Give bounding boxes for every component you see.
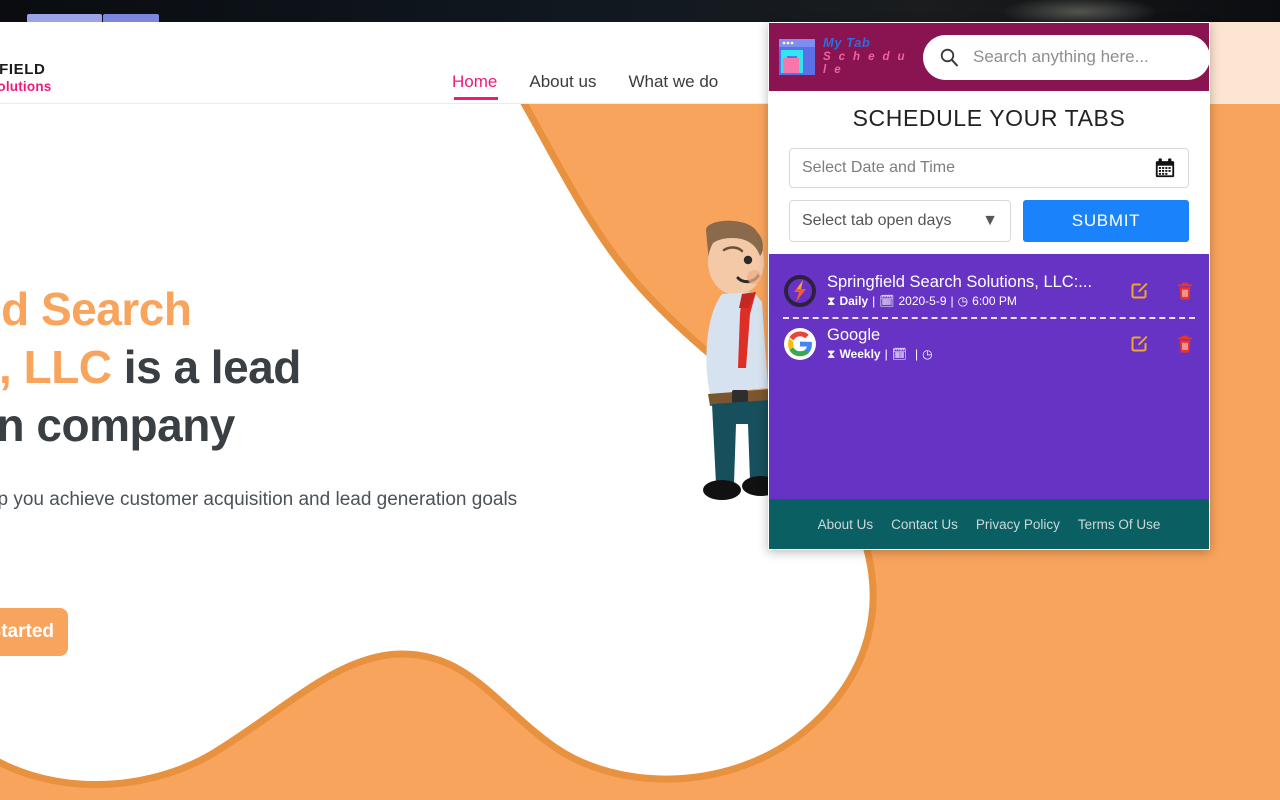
footer-link-privacy-policy[interactable]: Privacy Policy (976, 517, 1060, 532)
chevron-down-icon: ▼ (982, 212, 998, 229)
chrome-background-art (1000, 0, 1160, 22)
browser-window-logo-icon (779, 39, 815, 75)
search-input[interactable] (973, 47, 1194, 67)
browser-chrome-strip (0, 0, 1280, 22)
list-item-actions (1111, 281, 1195, 301)
brand-line-2: Search Solutions (0, 78, 52, 94)
app-logo-text-bottom: S c h e d u l e (823, 51, 907, 77)
footer-link-terms-of-use[interactable]: Terms Of Use (1078, 517, 1161, 532)
scheduled-tabs-list: Springfield Search Solutions, LLC:... ⧗ … (769, 254, 1209, 499)
list-item-info: Google ⧗ Weekly | 🗓 | ◷ (827, 325, 1111, 362)
nav-link-what-we-do[interactable]: What we do (628, 72, 718, 98)
get-started-button[interactable]: Get Started (0, 608, 68, 656)
calendar-small-icon: 🗓 (891, 347, 907, 361)
site-brand-logo[interactable]: SPRINGFIELD Search Solutions (0, 62, 51, 94)
clock-icon: ◷ (922, 347, 933, 361)
list-item-meta: ⧗ Daily | 🗓 2020-5-9 | ◷ 6:00 PM (827, 294, 1111, 309)
edit-icon[interactable] (1129, 281, 1149, 301)
hero-heading-accent-1: Springfield Search (0, 283, 192, 335)
list-item-frequency: Daily (839, 294, 869, 308)
schedule-form: SCHEDULE YOUR TABS Select Date and Time … (769, 91, 1209, 254)
nav-link-home[interactable]: Home (452, 72, 499, 100)
list-item-time: 6:00 PM (972, 294, 1017, 308)
date-time-input[interactable] (802, 159, 1154, 177)
list-item-title: Google (827, 326, 881, 344)
hero-paragraph: We have the tools to help you achieve cu… (0, 489, 518, 510)
browser-tab-2[interactable] (103, 14, 159, 22)
schedule-form-title: SCHEDULE YOUR TABS (852, 105, 1126, 131)
calendar-icon[interactable] (1154, 157, 1176, 179)
footer-link-about-us[interactable]: About Us (818, 517, 874, 532)
search-icon (940, 48, 958, 67)
nav-link-about-us[interactable]: About us (529, 72, 596, 98)
list-item[interactable]: Google ⧗ Weekly | 🗓 | ◷ (783, 319, 1195, 370)
clock-icon: ◷ (957, 294, 969, 308)
screenshot-root: SPRINGFIELD Search Solutions Home About … (0, 0, 1280, 800)
browser-tab-1[interactable] (27, 14, 102, 22)
submit-button[interactable]: SUBMIT (1023, 200, 1189, 242)
date-time-field[interactable] (789, 148, 1189, 188)
search-bar[interactable] (923, 34, 1209, 80)
list-item[interactable]: Springfield Search Solutions, LLC:... ⧗ … (783, 266, 1195, 317)
app-logo-text-top: My Tab (823, 35, 871, 51)
tab-open-days-select[interactable]: Select tab open days ▼ (789, 200, 1011, 242)
meta-sep-2: | (914, 347, 919, 361)
form-second-row: Select tab open days ▼ SUBMIT (789, 200, 1189, 242)
google-favicon-icon (784, 327, 816, 360)
hero-heading-rest-2: generation company (0, 399, 235, 451)
brand-line-1: SPRINGFIELD (0, 61, 46, 78)
calendar-small-icon: 🗓 (879, 294, 895, 308)
meta-sep-2: | (950, 294, 954, 308)
footer-link-contact-us[interactable]: Contact Us (891, 517, 958, 532)
hourglass-icon: ⧗ (827, 294, 836, 308)
meta-sep-1: | (872, 294, 876, 308)
list-item-date: 2020-5-9 (898, 294, 947, 308)
trash-icon[interactable] (1175, 281, 1195, 301)
list-item-meta: ⧗ Weekly | 🗓 | ◷ (827, 347, 1111, 362)
list-item-info: Springfield Search Solutions, LLC:... ⧗ … (827, 272, 1111, 309)
list-item-frequency: Weekly (839, 347, 881, 361)
list-divider (783, 317, 1195, 319)
popup-header: My Tab S c h e d u l e (769, 23, 1209, 91)
site-nav-links: Home About us What we do (452, 72, 718, 100)
tab-open-days-label: Select tab open days (802, 212, 952, 229)
hero-heading-rest-1: is a lead (111, 341, 302, 393)
app-logo-text: My Tab S c h e d u l e (823, 35, 917, 77)
trash-icon[interactable] (1175, 334, 1195, 354)
hourglass-icon: ⧗ (827, 347, 836, 361)
edit-icon[interactable] (1129, 334, 1149, 354)
meta-sep-1: | (884, 347, 888, 361)
app-logo[interactable]: My Tab S c h e d u l e (777, 35, 917, 77)
springfield-favicon-icon (784, 274, 816, 307)
list-item-actions (1111, 334, 1195, 354)
hero-heading: Springfield Search Solutions, LLC is a l… (0, 280, 554, 454)
hero-section: Springfield Search Solutions, LLC is a l… (0, 280, 554, 546)
list-item-title: Springfield Search Solutions, LLC:... (827, 273, 1093, 291)
popup-footer: About Us Contact Us Privacy Policy Terms… (769, 499, 1209, 549)
extension-popup: My Tab S c h e d u l e SCHEDULE YOUR TAB… (768, 22, 1210, 550)
hero-heading-accent-2: Solutions, LLC (0, 341, 112, 393)
